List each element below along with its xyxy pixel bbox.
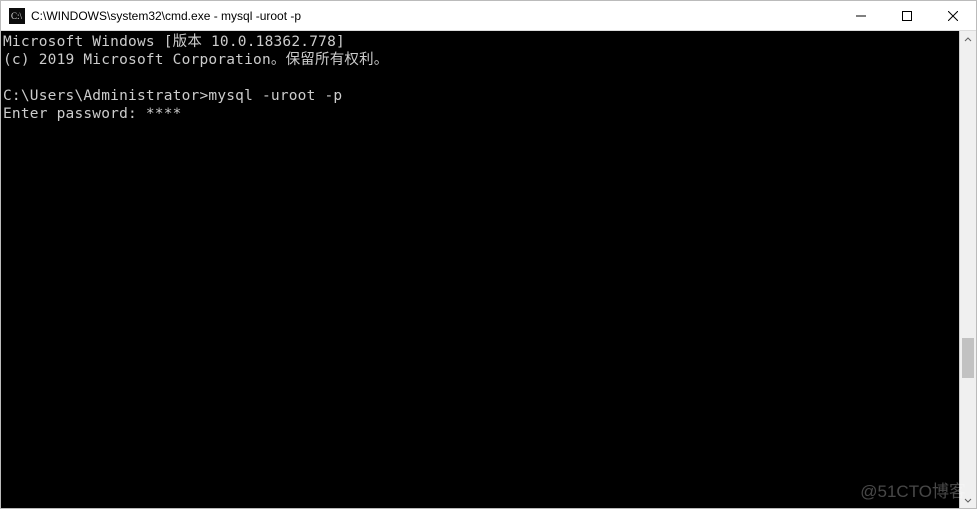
maximize-button[interactable]	[884, 1, 930, 30]
scrollbar-thumb[interactable]	[962, 338, 974, 378]
scroll-up-button[interactable]	[960, 31, 976, 48]
titlebar[interactable]: C:\ C:\WINDOWS\system32\cmd.exe - mysql …	[1, 1, 976, 31]
svg-text:C:\: C:\	[11, 11, 23, 21]
terminal-line-password: Enter password: ****	[3, 106, 182, 122]
window-title: C:\WINDOWS\system32\cmd.exe - mysql -uro…	[31, 9, 838, 23]
cmd-window: C:\ C:\WINDOWS\system32\cmd.exe - mysql …	[0, 0, 977, 509]
terminal-line-prompt: C:\Users\Administrator>mysql -uroot -p	[3, 88, 342, 104]
cmd-icon: C:\	[9, 8, 25, 24]
close-icon	[948, 11, 958, 21]
chevron-down-icon	[964, 496, 972, 504]
maximize-icon	[902, 11, 912, 21]
terminal-output[interactable]: Microsoft Windows [版本 10.0.18362.778] (c…	[1, 31, 959, 508]
terminal-line-version: Microsoft Windows [版本 10.0.18362.778]	[3, 34, 345, 50]
terminal-line-copyright: (c) 2019 Microsoft Corporation。保留所有权利。	[3, 52, 389, 68]
scroll-down-button[interactable]	[960, 491, 976, 508]
scrollbar-track[interactable]	[960, 48, 976, 491]
close-button[interactable]	[930, 1, 976, 30]
minimize-button[interactable]	[838, 1, 884, 30]
vertical-scrollbar[interactable]	[959, 31, 976, 508]
client-area: Microsoft Windows [版本 10.0.18362.778] (c…	[1, 31, 976, 508]
minimize-icon	[856, 11, 866, 21]
chevron-up-icon	[964, 36, 972, 44]
window-controls	[838, 1, 976, 30]
